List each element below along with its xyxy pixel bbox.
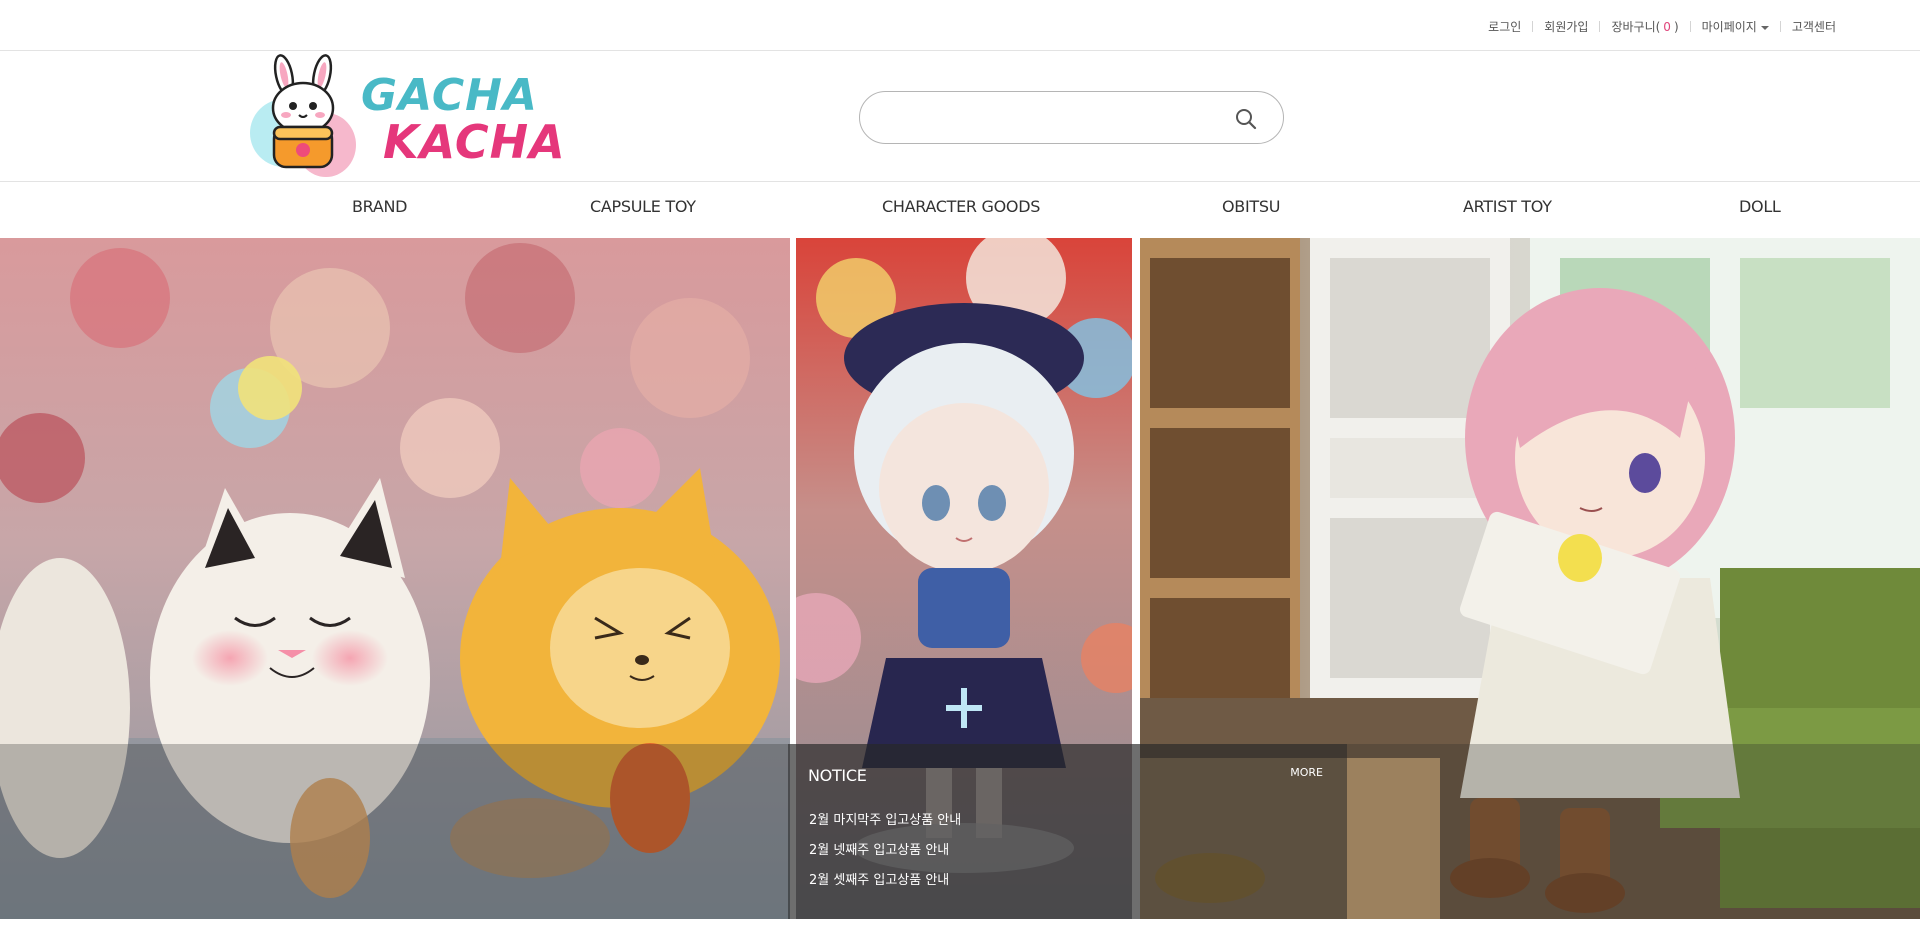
nav-item-brand[interactable]: BRAND <box>352 197 407 216</box>
site-header: GACHA KACHA <box>0 51 1920 182</box>
nav-item-obitsu[interactable]: OBITSU <box>1222 197 1280 216</box>
notice-more-link[interactable]: MORE <box>1290 766 1323 779</box>
notice-item[interactable]: 2월 넷째주 입고상품 안내 <box>809 836 961 866</box>
notice-item[interactable]: 2월 셋째주 입고상품 안내 <box>809 866 961 896</box>
search-icon[interactable] <box>1235 108 1257 130</box>
nav-item-artist-toy[interactable]: ARTIST TOY <box>1463 197 1552 216</box>
mypage-label[interactable]: 마이페이지 <box>1702 18 1757 35</box>
notice-item[interactable]: 2월 마지막주 입고상품 안내 <box>809 806 961 836</box>
bunny-mascot-icon <box>250 54 356 177</box>
logo[interactable]: GACHA KACHA <box>246 53 566 181</box>
login-link[interactable]: 로그인 <box>1488 18 1521 35</box>
logo-line1: GACHA <box>361 70 538 121</box>
hero-banner: NOTICE MORE 2월 마지막주 입고상품 안내 2월 넷째주 입고상품 … <box>0 238 1920 919</box>
search-box <box>859 91 1284 144</box>
support-link-label[interactable]: 고객센터 <box>1792 18 1836 35</box>
mypage-dropdown[interactable]: 마이페이지 <box>1679 18 1769 35</box>
cart-link-label[interactable]: 장바구니( <box>1611 18 1660 35</box>
signup-link-label[interactable]: 회원가입 <box>1544 18 1588 35</box>
notice-list: 2월 마지막주 입고상품 안내 2월 넷째주 입고상품 안내 2월 셋째주 입고… <box>809 806 961 896</box>
main-navigation: BRAND CAPSULE TOY CHARACTER GOODS OBITSU… <box>0 182 1920 238</box>
nav-item-capsule-toy[interactable]: CAPSULE TOY <box>590 197 696 216</box>
utility-links: 로그인 회원가입 장바구니( 0 ) 마이페이지 고객센터 <box>1488 18 1836 35</box>
top-utility-bar: 로그인 회원가입 장바구니( 0 ) 마이페이지 고객센터 <box>0 0 1920 51</box>
cart-count: 0 <box>1663 19 1671 34</box>
notice-title: NOTICE <box>808 766 867 785</box>
nav-item-doll[interactable]: DOLL <box>1739 197 1781 216</box>
notice-box: NOTICE MORE 2월 마지막주 입고상품 안내 2월 넷째주 입고상품 … <box>788 744 1347 919</box>
support-link[interactable]: 고객센터 <box>1769 18 1836 35</box>
signup-link[interactable]: 회원가입 <box>1521 18 1588 35</box>
cart-link[interactable]: 장바구니( 0 ) <box>1588 18 1678 35</box>
caret-down-icon <box>1760 25 1769 30</box>
login-link-label[interactable]: 로그인 <box>1488 18 1521 35</box>
logo-wordmark: GACHA KACHA <box>361 70 566 169</box>
nav-item-character-goods[interactable]: CHARACTER GOODS <box>882 197 1040 216</box>
search-input[interactable] <box>882 106 1202 130</box>
logo-line2: KACHA <box>383 115 566 169</box>
